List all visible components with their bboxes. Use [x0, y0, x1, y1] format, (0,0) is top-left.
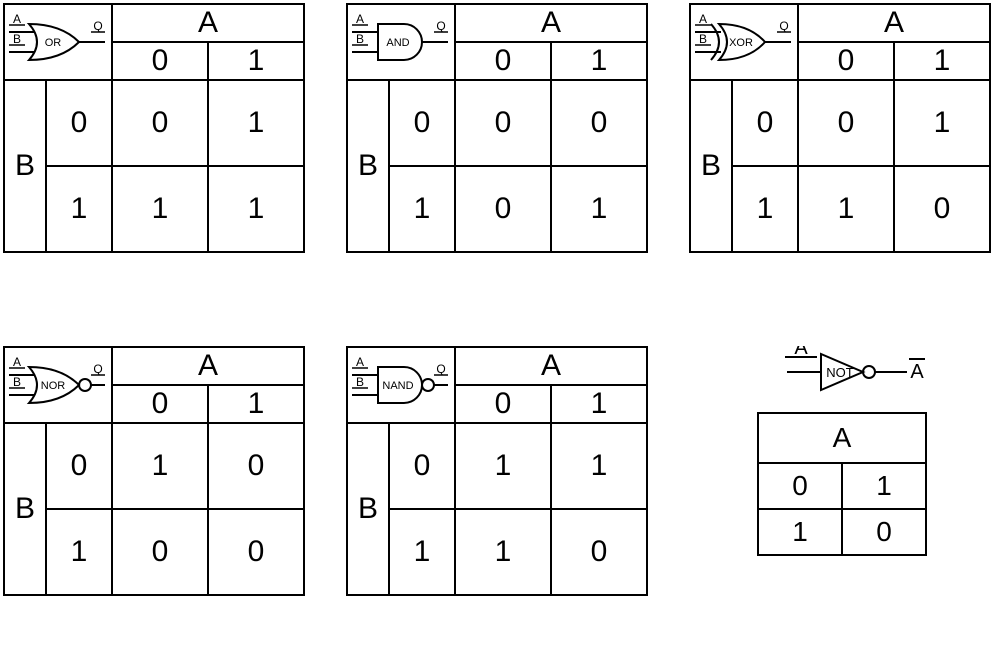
nor-gate-block: A B Q NOR A 0 1 B 0 1 0 1 0 0 [3, 346, 305, 596]
col-A-1: 1 [894, 42, 990, 80]
svg-text:A: A [699, 14, 707, 26]
xor-out-b1a1: 0 [894, 166, 990, 252]
header-B: B [4, 80, 46, 252]
not-out-a1: 0 [842, 509, 926, 555]
svg-text:Q: Q [436, 19, 445, 33]
svg-text:Q: Q [779, 19, 788, 33]
xor-out-b1a0: 1 [798, 166, 894, 252]
row-B-0: 0 [732, 80, 798, 166]
nand-out-b1a1: 0 [551, 509, 647, 595]
nor-out-b0a0: 1 [112, 423, 208, 509]
or-gate-block: A B Q OR A 0 1 B 0 0 1 1 1 1 [3, 3, 305, 253]
col-A-0: 0 [455, 385, 551, 423]
or-gate-icon-cell: A B Q OR [4, 4, 112, 80]
header-A: A [112, 4, 304, 42]
not-output-label: A [910, 361, 924, 383]
row-B-0: 0 [46, 423, 112, 509]
svg-text:Q: Q [93, 19, 102, 33]
nor-gate-icon: A B Q NOR [5, 357, 111, 413]
not-table-header-A: A [758, 413, 926, 463]
nor-out-b0a1: 0 [208, 423, 304, 509]
nand-gate-block: A B Q NAND A 0 1 B 0 1 1 1 1 0 [346, 346, 648, 596]
not-out-a0: 1 [758, 509, 842, 555]
col-A-0: 0 [112, 42, 208, 80]
and-gate-block: A B Q AND A 0 1 B 0 0 0 1 0 1 [346, 3, 648, 253]
not-input-label: A [794, 346, 808, 359]
svg-text:NAND: NAND [382, 380, 413, 392]
or-out-b1a1: 1 [208, 166, 304, 252]
col-A-1: 1 [551, 42, 647, 80]
col-A-0: 0 [798, 42, 894, 80]
col-A-1: 1 [208, 42, 304, 80]
and-out-b1a0: 0 [455, 166, 551, 252]
or-out-b1a0: 1 [112, 166, 208, 252]
or-gate-icon: A B Q OR [5, 14, 111, 70]
header-A: A [455, 347, 647, 385]
col-A-1: 1 [208, 385, 304, 423]
header-A: A [455, 4, 647, 42]
svg-text:AND: AND [386, 37, 409, 49]
row-B-1: 1 [732, 166, 798, 252]
nand-gate-icon-cell: A B Q NAND [347, 347, 455, 423]
row-B-0: 0 [389, 80, 455, 166]
xor-out-b0a1: 1 [894, 80, 990, 166]
not-col-0: 0 [758, 463, 842, 509]
xor-gate-block: A B Q XOR A 0 1 B 0 0 1 1 1 0 [689, 3, 991, 253]
row-B-1: 1 [46, 509, 112, 595]
svg-text:A: A [356, 14, 364, 26]
row-B-0: 0 [389, 423, 455, 509]
xor-out-b0a0: 0 [798, 80, 894, 166]
svg-text:XOR: XOR [729, 37, 753, 49]
svg-text:A: A [356, 357, 364, 369]
row-B-1: 1 [46, 166, 112, 252]
nor-out-b1a1: 0 [208, 509, 304, 595]
col-A-0: 0 [455, 42, 551, 80]
nand-gate-icon: A B Q NAND [348, 357, 454, 413]
svg-text:A: A [13, 357, 21, 369]
xor-gate-icon-cell: A B Q XOR [690, 4, 798, 80]
or-out-b0a1: 1 [208, 80, 304, 166]
header-B: B [347, 80, 389, 252]
not-gate-name: NOT [826, 365, 854, 380]
and-out-b1a1: 1 [551, 166, 647, 252]
not-gate-block: A NOT A A 0 1 1 0 [735, 346, 945, 556]
row-B-1: 1 [389, 166, 455, 252]
svg-text:OR: OR [45, 37, 62, 49]
and-gate-icon-cell: A B Q AND [347, 4, 455, 80]
svg-text:B: B [13, 375, 21, 389]
not-truth-table: A 0 1 1 0 [757, 412, 927, 556]
header-A: A [112, 347, 304, 385]
not-col-1: 1 [842, 463, 926, 509]
nand-out-b0a0: 1 [455, 423, 551, 509]
svg-text:NOR: NOR [41, 380, 66, 392]
header-B: B [347, 423, 389, 595]
and-gate-icon: A B Q AND [348, 14, 454, 70]
header-B: B [690, 80, 732, 252]
nand-out-b0a1: 1 [551, 423, 647, 509]
nand-out-b1a0: 1 [455, 509, 551, 595]
logic-gates-grid: A B Q OR A 0 1 B 0 0 1 1 1 1 [0, 0, 1000, 667]
xor-gate-icon: A B Q XOR [691, 14, 797, 70]
not-gate-icon: A NOT A [735, 346, 945, 398]
svg-text:Q: Q [93, 362, 102, 376]
row-B-0: 0 [46, 80, 112, 166]
col-A-1: 1 [551, 385, 647, 423]
svg-text:A: A [13, 14, 21, 26]
nor-gate-icon-cell: A B Q NOR [4, 347, 112, 423]
header-A: A [798, 4, 990, 42]
svg-text:Q: Q [436, 362, 445, 376]
svg-text:B: B [699, 32, 707, 46]
or-out-b0a0: 0 [112, 80, 208, 166]
svg-text:B: B [13, 32, 21, 46]
svg-text:B: B [356, 375, 364, 389]
svg-text:B: B [356, 32, 364, 46]
row-B-1: 1 [389, 509, 455, 595]
and-out-b0a0: 0 [455, 80, 551, 166]
and-out-b0a1: 0 [551, 80, 647, 166]
col-A-0: 0 [112, 385, 208, 423]
header-B: B [4, 423, 46, 595]
nor-out-b1a0: 0 [112, 509, 208, 595]
